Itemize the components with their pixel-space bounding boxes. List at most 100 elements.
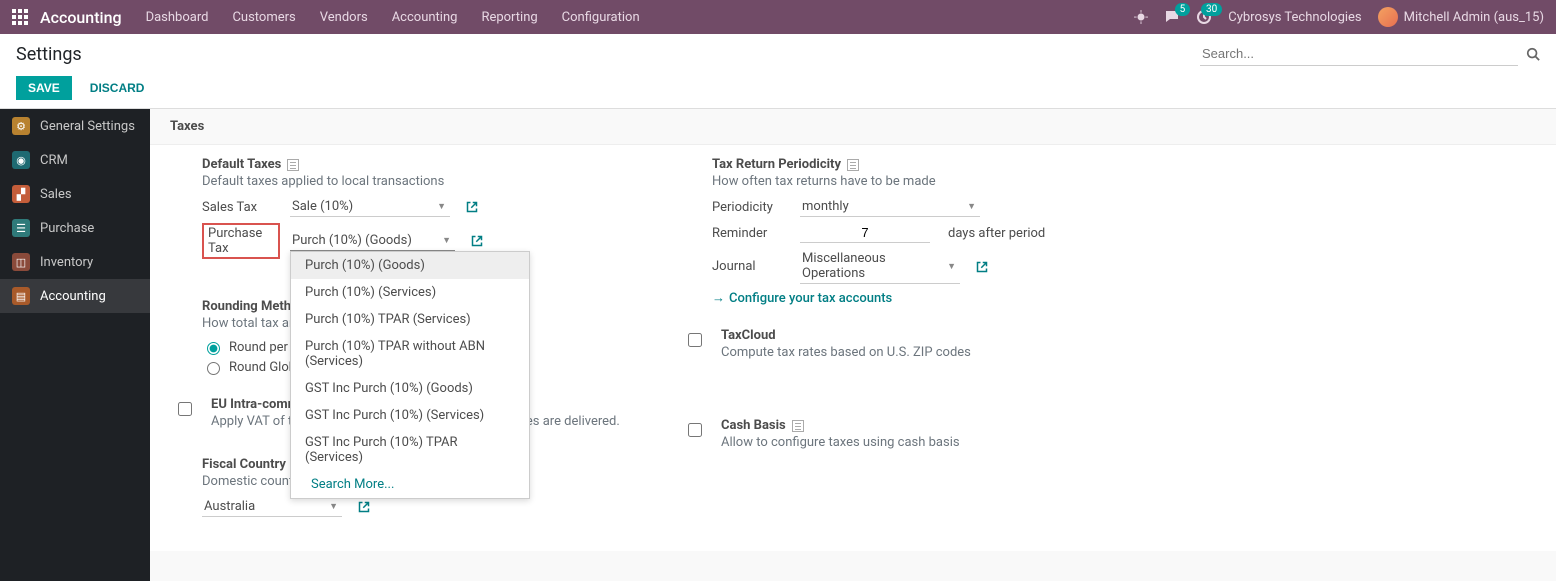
dropdown-search-more[interactable]: Search More... (291, 471, 529, 498)
control-panel: Settings SAVE DISCARD (0, 34, 1556, 109)
sidebar-item-label: Accounting (40, 289, 106, 304)
configure-tax-accounts-label: Configure your tax accounts (729, 291, 892, 306)
dropdown-option[interactable]: GST Inc Purch (10%) (Goods) (291, 375, 529, 402)
sidebar-item-crm[interactable]: ◉ CRM (0, 143, 150, 177)
menu-customers[interactable]: Customers (232, 10, 295, 25)
sidebar-item-sales[interactable]: ▞ Sales (0, 177, 150, 211)
sidebar-item-label: CRM (40, 153, 68, 168)
box-icon: ◫ (12, 253, 30, 271)
menu-accounting[interactable]: Accounting (392, 10, 458, 25)
cart-icon: ☰ (12, 219, 30, 237)
dropdown-option[interactable]: Purch (10%) TPAR (Services) (291, 306, 529, 333)
top-menu: Dashboard Customers Vendors Accounting R… (146, 10, 640, 25)
doc-icon[interactable] (847, 159, 859, 171)
fiscal-country-select[interactable]: Australia ▼ (202, 497, 342, 517)
external-link-icon[interactable] (358, 501, 370, 513)
chart-icon: ▞ (12, 185, 30, 203)
save-button[interactable]: SAVE (16, 76, 72, 100)
caret-down-icon: ▼ (437, 201, 446, 212)
configure-tax-accounts-link[interactable]: → Configure your tax accounts (712, 290, 1154, 306)
taxcloud-title: TaxCloud (721, 328, 776, 343)
doc-icon[interactable] (287, 159, 299, 171)
fiscal-country-value: Australia (204, 499, 255, 514)
search-icon[interactable] (1526, 47, 1540, 61)
default-taxes-desc: Default taxes applied to local transacti… (202, 174, 644, 189)
user-menu[interactable]: Mitchell Admin (aus_15) (1378, 7, 1544, 27)
section-header-taxes: Taxes (150, 109, 1556, 145)
dropdown-option[interactable]: Purch (10%) (Goods) (291, 252, 529, 279)
journal-label: Journal (712, 259, 790, 274)
periodicity-desc: How often tax returns have to be made (712, 174, 1154, 189)
default-taxes-title: Default Taxes (202, 157, 281, 172)
sidebar-item-label: Inventory (40, 255, 93, 270)
settings-sidebar: ⚙ General Settings ◉ CRM ▞ Sales ☰ Purch… (0, 109, 150, 581)
reminder-suffix: days after period (948, 226, 1045, 241)
sales-tax-select[interactable]: Sale (10%) ▼ (290, 197, 450, 217)
purchase-tax-dropdown: Purch (10%) (Goods) Purch (10%) (Service… (290, 251, 530, 499)
arrow-right-icon: → (712, 290, 725, 306)
doc-icon[interactable] (792, 420, 804, 432)
app-brand: Accounting (40, 8, 122, 27)
external-link-icon[interactable] (471, 235, 483, 247)
cash-basis-desc: Allow to configure taxes using cash basi… (721, 435, 1154, 450)
periodicity-label: Periodicity (712, 200, 790, 215)
search-input[interactable] (1200, 42, 1518, 66)
dropdown-option[interactable]: GST Inc Purch (10%) TPAR (Services) (291, 429, 529, 471)
eu-oss-checkbox[interactable] (178, 402, 192, 416)
reminder-label: Reminder (712, 226, 790, 241)
sidebar-item-label: General Settings (40, 119, 135, 134)
taxcloud-checkbox[interactable] (688, 333, 702, 347)
sidebar-item-purchase[interactable]: ☰ Purchase (0, 211, 150, 245)
bug-icon[interactable] (1134, 10, 1148, 24)
menu-reporting[interactable]: Reporting (481, 10, 537, 25)
sidebar-item-label: Purchase (40, 221, 94, 236)
purchase-tax-select[interactable]: Purch (10%) (Goods) ▼ (290, 231, 455, 251)
user-avatar (1378, 7, 1398, 27)
radio-round-per-line[interactable] (207, 342, 220, 355)
caret-down-icon: ▼ (329, 501, 338, 512)
external-link-icon[interactable] (466, 201, 478, 213)
gear-icon: ⚙ (12, 117, 30, 135)
sales-tax-value: Sale (10%) (292, 199, 353, 214)
purchase-tax-label: Purchase Tax (202, 223, 280, 259)
caret-down-icon: ▼ (947, 261, 956, 272)
fiscal-country-title: Fiscal Country (202, 457, 286, 472)
menu-vendors[interactable]: Vendors (320, 10, 368, 25)
sidebar-item-inventory[interactable]: ◫ Inventory (0, 245, 150, 279)
sidebar-item-label: Sales (40, 187, 72, 202)
external-link-icon[interactable] (976, 261, 988, 273)
sidebar-item-accounting[interactable]: ▤ Accounting (0, 279, 150, 313)
caret-down-icon: ▼ (442, 235, 451, 246)
journal-value: Miscellaneous Operations (802, 251, 941, 281)
user-name: Mitchell Admin (aus_15) (1404, 10, 1544, 25)
cash-basis-checkbox[interactable] (688, 423, 702, 437)
dropdown-option[interactable]: Purch (10%) (Services) (291, 279, 529, 306)
journal-select[interactable]: Miscellaneous Operations ▼ (800, 249, 960, 284)
page-title: Settings (16, 44, 82, 65)
periodicity-title: Tax Return Periodicity (712, 157, 841, 172)
menu-dashboard[interactable]: Dashboard (146, 10, 209, 25)
dropdown-option[interactable]: GST Inc Purch (10%) (Services) (291, 402, 529, 429)
periodicity-value: monthly (802, 199, 849, 214)
company-name[interactable]: Cybrosys Technologies (1228, 10, 1361, 25)
activities-icon[interactable]: 30 (1196, 9, 1212, 25)
handshake-icon: ◉ (12, 151, 30, 169)
caret-down-icon: ▼ (967, 201, 976, 212)
messages-badge: 5 (1175, 3, 1191, 16)
periodicity-select[interactable]: monthly ▼ (800, 197, 980, 217)
radio-round-globally[interactable] (207, 362, 220, 375)
dropdown-option[interactable]: Purch (10%) TPAR without ABN (Services) (291, 333, 529, 375)
cash-basis-title: Cash Basis (721, 418, 786, 433)
sidebar-item-general[interactable]: ⚙ General Settings (0, 109, 150, 143)
book-icon: ▤ (12, 287, 30, 305)
activities-badge: 30 (1201, 3, 1222, 16)
apps-icon[interactable] (12, 9, 28, 25)
discard-button[interactable]: DISCARD (84, 76, 151, 100)
purchase-tax-value: Purch (10%) (Goods) (292, 233, 412, 248)
menu-configuration[interactable]: Configuration (562, 10, 640, 25)
messages-icon[interactable]: 5 (1164, 9, 1180, 25)
sales-tax-label: Sales Tax (202, 200, 280, 215)
reminder-input[interactable] (800, 223, 930, 243)
top-navbar: Accounting Dashboard Customers Vendors A… (0, 0, 1556, 34)
taxcloud-desc: Compute tax rates based on U.S. ZIP code… (721, 345, 1154, 360)
